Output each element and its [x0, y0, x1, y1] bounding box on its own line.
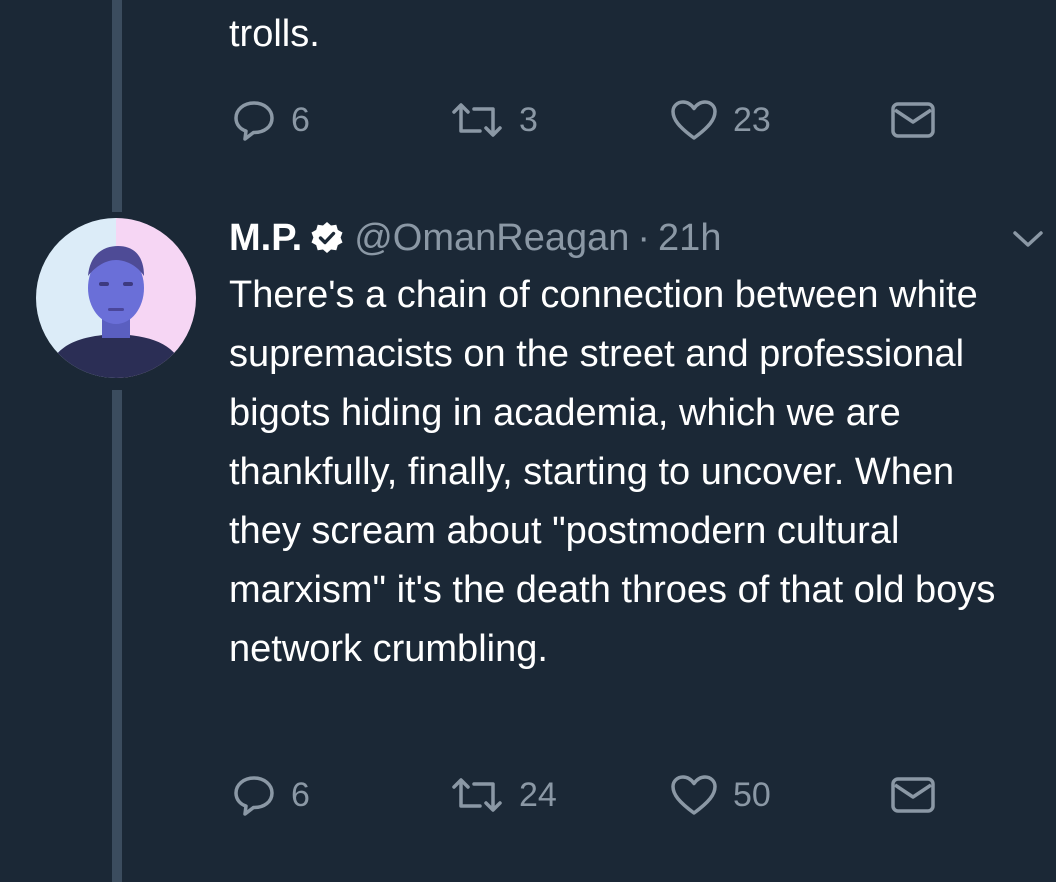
like-count: 50 — [733, 776, 771, 814]
tweet-timestamp[interactable]: 21h — [658, 217, 721, 260]
avatar[interactable] — [36, 218, 196, 378]
retweet-button[interactable]: 3 — [449, 95, 538, 145]
user-handle[interactable]: @OmanReagan — [354, 217, 629, 260]
chevron-down-icon — [1010, 231, 1046, 258]
direct-message-button[interactable] — [889, 770, 937, 820]
envelope-icon — [889, 98, 937, 142]
retweet-icon — [449, 772, 505, 818]
display-name[interactable]: M.P. — [229, 217, 302, 260]
avatar-photo — [36, 218, 196, 378]
like-button[interactable]: 23 — [669, 95, 771, 145]
heart-icon — [669, 97, 719, 143]
thread-line-top — [112, 0, 122, 212]
reply-icon — [231, 97, 277, 143]
verified-badge-icon — [310, 221, 344, 255]
thread-line-bottom — [112, 390, 122, 882]
reply-count: 6 — [291, 101, 310, 139]
retweet-icon — [449, 97, 505, 143]
envelope-icon — [889, 773, 937, 817]
separator-dot: · — [637, 216, 651, 259]
reply-button[interactable]: 6 — [231, 770, 310, 820]
tweet-header: M.P. @OmanReagan · 21h — [229, 210, 721, 266]
heart-icon — [669, 772, 719, 818]
retweet-count: 3 — [519, 101, 538, 139]
more-options-button[interactable] — [1010, 224, 1046, 254]
reply-icon — [231, 772, 277, 818]
reply-count: 6 — [291, 776, 310, 814]
previous-tweet-actions: 6 3 23 — [229, 95, 949, 145]
retweet-count: 24 — [519, 776, 557, 814]
like-count: 23 — [733, 101, 771, 139]
reply-button[interactable]: 6 — [231, 95, 310, 145]
previous-tweet-text: trolls. — [229, 13, 320, 55]
direct-message-button[interactable] — [889, 95, 937, 145]
tweet-actions: 6 24 50 — [229, 770, 949, 820]
like-button[interactable]: 50 — [669, 770, 771, 820]
retweet-button[interactable]: 24 — [449, 770, 557, 820]
tweet-text: There's a chain of connection between wh… — [229, 274, 996, 670]
